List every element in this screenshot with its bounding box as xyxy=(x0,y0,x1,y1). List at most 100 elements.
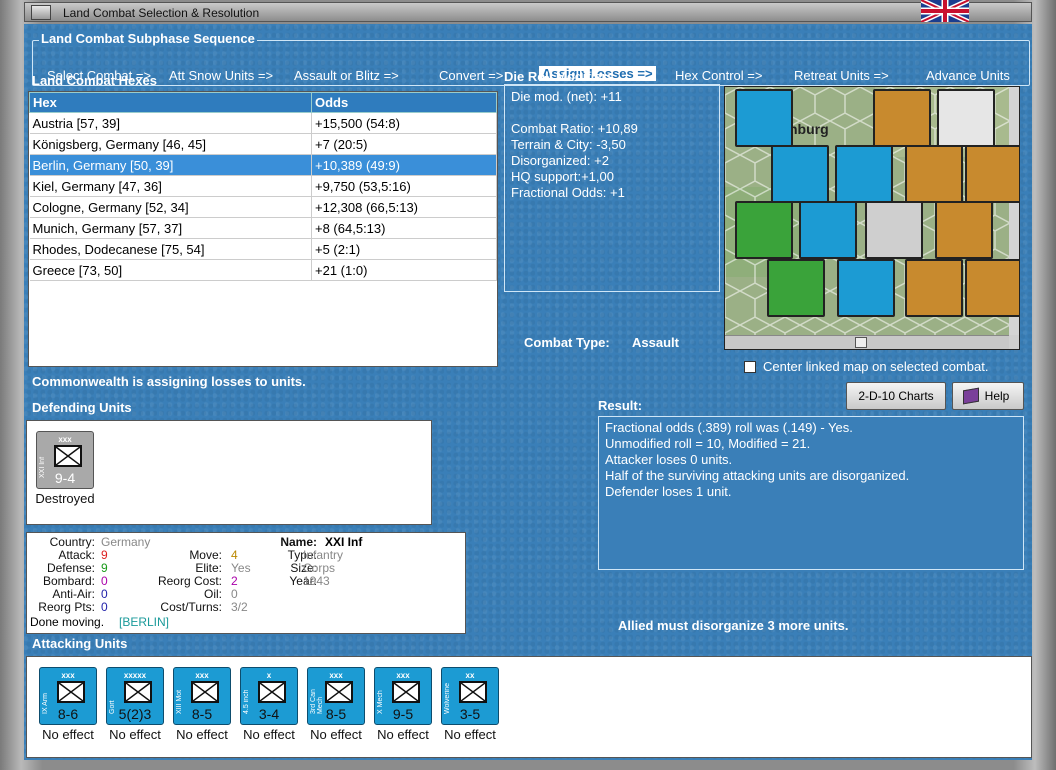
window-menu-button[interactable] xyxy=(31,5,51,20)
hex-row[interactable]: Greece [73, 50] +21 (1:0) xyxy=(29,259,497,281)
attacking-unit[interactable]: xxx IX Arm 8-6 xyxy=(39,667,97,725)
hex-cell: Greece [73, 50] xyxy=(29,259,312,281)
attacking-panel: xxx IX Arm 8-6 No effect xxxxx Gort 5(2)3 No ef… xyxy=(26,656,1032,758)
map-scroll-thumb[interactable] xyxy=(855,337,867,348)
antiair-value: 0 xyxy=(101,587,108,601)
map-unit[interactable] xyxy=(837,259,895,317)
map-unit[interactable] xyxy=(865,201,923,259)
map-unit[interactable] xyxy=(799,201,857,259)
done-moving-label: Done moving. xyxy=(30,615,105,629)
map-unit[interactable] xyxy=(767,259,825,317)
oil-value: 0 xyxy=(231,587,238,601)
unit-strength: 8-5 xyxy=(191,706,213,722)
year-value: 1943 xyxy=(303,574,330,588)
size-value: Corps xyxy=(303,561,336,575)
map-unit[interactable] xyxy=(735,89,793,147)
attacking-unit-result: No effect xyxy=(444,727,496,742)
result-line: Defender loses 1 unit. xyxy=(605,484,732,499)
attack-label: Attack: xyxy=(58,548,95,562)
linked-map[interactable]: nburg xyxy=(724,86,1020,350)
defending-title: Defending Units xyxy=(32,400,132,415)
reorgpts-label: Reorg Pts: xyxy=(38,600,95,614)
center-linked-label[interactable]: Center linked map on selected combat. xyxy=(763,359,988,374)
odds-column-header[interactable]: Odds xyxy=(311,92,497,113)
hex-cell: Berlin, Germany [50, 39] xyxy=(29,154,312,176)
status-message: Commonwealth is assigning losses to unit… xyxy=(32,374,306,389)
help-button[interactable]: Help xyxy=(952,382,1024,410)
mech-icon xyxy=(325,681,353,703)
attacking-unit[interactable]: xxxxx Gort 5(2)3 xyxy=(106,667,164,725)
map-unit[interactable] xyxy=(905,259,963,317)
hex-cell: Königsberg, Germany [46, 45] xyxy=(29,133,312,155)
result-line: Unmodified roll = 10, Modified = 21. xyxy=(605,436,811,451)
drm-title: Die Roll Modifiers xyxy=(504,69,614,84)
hex-row[interactable]: Munich, Germany [57, 37] +8 (64,5:13) xyxy=(29,217,497,239)
attacking-unit[interactable]: xx Wolverine 3-5 xyxy=(441,667,499,725)
hexes-table: Hex Odds Austria [57, 39] +15,500 (54:8) K… xyxy=(29,92,497,281)
defending-unit[interactable]: xxx XXI Inf 9-4 xyxy=(36,431,94,489)
mech-icon xyxy=(392,681,420,703)
odds-cell: +10,389 (49:9) xyxy=(311,154,497,176)
type-value: Infantry xyxy=(303,548,344,562)
map-unit[interactable] xyxy=(965,259,1019,317)
reorgpts-value: 0 xyxy=(101,600,108,614)
map-unit[interactable] xyxy=(771,145,829,203)
map-horizontal-scrollbar[interactable] xyxy=(725,335,1009,349)
hex-row[interactable]: Austria [57, 39] +15,500 (54:8) xyxy=(29,112,497,134)
map-city-label: nburg xyxy=(789,121,829,137)
defending-unit-result: Destroyed xyxy=(35,491,95,506)
map-unit[interactable] xyxy=(905,145,963,203)
sequence-step[interactable]: Assault or Blitz => xyxy=(294,68,399,83)
hex-row[interactable]: Kiel, Germany [47, 36] +9,750 (53,5:16) xyxy=(29,175,497,197)
reorgcost-value: 2 xyxy=(231,574,238,588)
costturns-value: 3/2 xyxy=(231,600,248,614)
odds-cell: +9,750 (53,5:16) xyxy=(311,175,497,197)
unit-strength: 8-5 xyxy=(325,706,347,722)
combat-type-value: Assault xyxy=(632,335,679,350)
sequence-step[interactable]: Convert => xyxy=(439,68,503,83)
armor-icon xyxy=(57,681,85,703)
drm-line: HQ support:+1,00 xyxy=(511,169,614,184)
attacking-unit[interactable]: xxx XIII Mot 8-5 xyxy=(173,667,231,725)
antiair-label: Anti-Air: xyxy=(52,587,95,601)
attacking-unit[interactable]: xxx 3rd Can Mech 8-5 xyxy=(307,667,365,725)
attack-value: 9 xyxy=(101,548,108,562)
hex-column-header[interactable]: Hex xyxy=(29,92,312,113)
sequence-step[interactable]: Att Snow Units => xyxy=(169,68,273,83)
drm-line: Die mod. (net): +11 xyxy=(511,89,622,104)
elite-value: Yes xyxy=(231,561,251,575)
hex-row[interactable]: Cologne, Germany [52, 34] +12,308 (66,5:1… xyxy=(29,196,497,218)
attacking-unit[interactable]: x 4.5 inch 3-4 xyxy=(240,667,298,725)
odds-cell: +15,500 (54:8) xyxy=(311,112,497,134)
sequence-step[interactable]: Advance Units xyxy=(926,68,1010,83)
drm-line: Terrain & City: -3,50 xyxy=(511,137,626,152)
costturns-label: Cost/Turns: xyxy=(160,600,222,614)
map-unit[interactable] xyxy=(835,145,893,203)
unit-strength: 9-4 xyxy=(54,470,76,486)
charts-button[interactable]: 2-D-10 Charts xyxy=(846,382,946,410)
odds-cell: +5 (2:1) xyxy=(311,238,497,260)
hex-row[interactable]: Berlin, Germany [50, 39] +10,389 (49:9) xyxy=(29,154,497,176)
sequence-step[interactable]: Hex Control => xyxy=(675,68,762,83)
map-unit[interactable] xyxy=(735,201,793,259)
map-unit[interactable] xyxy=(873,89,931,147)
unit-strength: 9-5 xyxy=(392,706,414,722)
sequence-step[interactable]: Retreat Units => xyxy=(794,68,889,83)
drm-line: Fractional Odds: +1 xyxy=(511,185,625,200)
map-unit[interactable] xyxy=(965,145,1019,203)
help-label: Help xyxy=(984,389,1010,403)
unit-info-panel: Country: Germany Attack: 9 Defense: 9 Bo… xyxy=(26,532,466,634)
hex-row[interactable]: Königsberg, Germany [46, 45] +7 (20:5) xyxy=(29,133,497,155)
hex-cell: Cologne, Germany [52, 34] xyxy=(29,196,312,218)
hex-row[interactable]: Rhodes, Dodecanese [75, 54] +5 (2:1) xyxy=(29,238,497,260)
sequence-title: Land Combat Subphase Sequence xyxy=(39,31,257,46)
center-linked-checkbox[interactable] xyxy=(744,361,756,373)
unit-strength: 3-4 xyxy=(258,706,280,722)
attacking-unit[interactable]: xxx X Mech 9-5 xyxy=(374,667,432,725)
unit-strength: 8-6 xyxy=(57,706,79,722)
map-unit[interactable] xyxy=(937,89,995,147)
drm-line: Combat Ratio: +10,89 xyxy=(511,121,638,136)
title-bar[interactable]: Land Combat Selection & Resolution xyxy=(24,2,1032,22)
map-unit[interactable] xyxy=(935,201,993,259)
combat-type-label: Combat Type: xyxy=(524,335,610,350)
